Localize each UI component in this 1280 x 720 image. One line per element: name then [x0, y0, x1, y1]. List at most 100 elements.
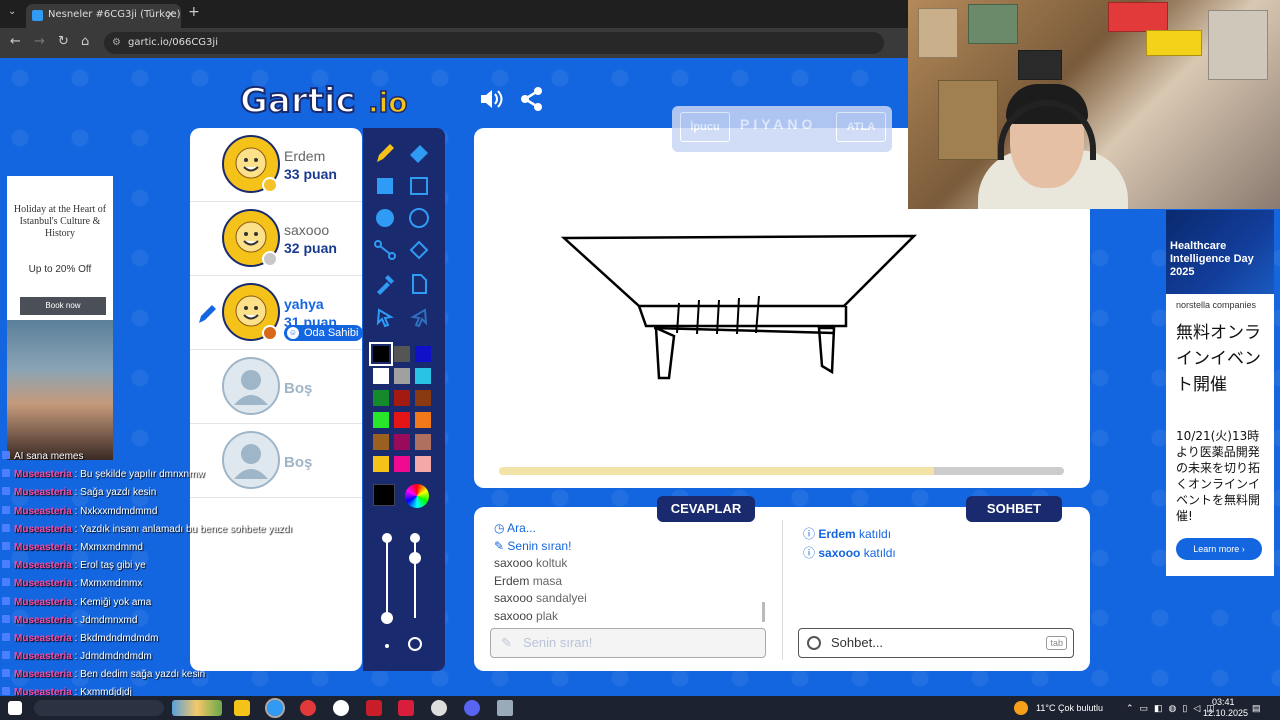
color-swatch[interactable] [415, 346, 431, 362]
join-message: ⓘ saxooo katıldı [803, 546, 896, 560]
ad-learn-more-button[interactable]: Learn more › [1176, 538, 1262, 560]
color-swatch[interactable] [415, 390, 431, 406]
size-and-opacity-sliders[interactable] [377, 528, 431, 654]
ad-body: 10/21(火)13時より医薬品開発の未来を切り拓くオンラインイベントを無料開催… [1176, 429, 1261, 523]
windows-taskbar: 11°C Çok bulutlu ⌃▭◧◍▯◁◫ 03:41 12.10.202… [0, 696, 1280, 720]
clock-date[interactable]: 12.10.2025 [1203, 708, 1248, 718]
file-explorer-icon[interactable] [234, 700, 250, 716]
answer-user: saxooo [494, 591, 533, 605]
color-swatch-black[interactable] [369, 342, 393, 366]
smiley-avatar [222, 283, 280, 341]
empty-slot[interactable]: Boş [190, 350, 362, 424]
color-swatch[interactable] [394, 412, 410, 428]
share-icon[interactable] [520, 86, 544, 112]
site-info-icon[interactable]: ⚙ [112, 32, 121, 54]
chat-header: SOHBET [966, 496, 1062, 522]
pencil-tool-icon[interactable] [371, 138, 399, 166]
rectangle-tool-icon[interactable] [405, 172, 433, 200]
skip-button[interactable]: ATLA [836, 112, 886, 142]
color-swatch[interactable] [394, 434, 410, 450]
color-swatch[interactable] [394, 346, 410, 362]
url-text: gartic.io/066CG3ji [128, 37, 218, 48]
color-swatch[interactable] [415, 456, 431, 472]
notepad-icon[interactable] [497, 700, 513, 716]
turn-timer-bar [499, 467, 1064, 475]
chat-username: Museasteria [14, 651, 72, 663]
weather-icon [1014, 701, 1028, 715]
hint-button[interactable]: İpucu [680, 112, 730, 142]
app-icon[interactable] [398, 700, 414, 716]
color-swatch[interactable] [394, 456, 410, 472]
answer-item: saxooo plak [494, 608, 764, 626]
color-swatch[interactable] [373, 412, 389, 428]
empty-avatar-icon [222, 357, 280, 415]
start-icon[interactable] [8, 701, 22, 715]
stream-chat-line: Museasteria : Ben dedim sağa yazdı kesin [0, 666, 260, 684]
chrome-icon[interactable] [265, 698, 285, 718]
color-swatch[interactable] [373, 434, 389, 450]
color-swatch[interactable] [415, 434, 431, 450]
answers-scrollbar[interactable] [762, 602, 765, 622]
answer-item: Erdem masa [494, 573, 764, 591]
twitch-icon [2, 632, 10, 641]
color-picker-wheel-icon[interactable] [405, 484, 429, 508]
weather-text[interactable]: 11°C Çok bulutlu [1036, 696, 1103, 720]
fill-bucket-tool-icon[interactable] [405, 236, 433, 264]
color-swatch[interactable] [373, 368, 389, 384]
widget-icon[interactable] [172, 700, 222, 716]
chat-placeholder: Sohbet... [831, 635, 884, 650]
url-input[interactable]: ⚙ gartic.io/066CG3ji [104, 32, 884, 54]
sound-icon[interactable] [478, 86, 504, 112]
browser-tab[interactable]: Nesneler #6CG3ji (Türkçe) - Gar ✕ [26, 4, 181, 28]
filled-rectangle-tool-icon[interactable] [371, 172, 399, 200]
eraser-tool-icon[interactable] [405, 138, 433, 166]
join-message: ⓘ Erdem katıldı [803, 527, 892, 541]
answer-input[interactable]: ✎ Senin sıran! [490, 628, 766, 658]
redo-icon[interactable] [405, 304, 433, 332]
ad-book-now-button[interactable]: Book now [20, 297, 106, 315]
player-row: Erdem 33 puan [190, 128, 362, 202]
reload-icon[interactable]: ↻ [58, 34, 69, 49]
twitch-icon [2, 487, 10, 496]
circle-tool-icon[interactable] [405, 204, 433, 232]
color-swatch[interactable] [373, 390, 389, 406]
answer-text: sandalyei [536, 591, 587, 605]
system-text: Senin sıran! [507, 538, 572, 553]
color-swatch[interactable] [394, 390, 410, 406]
smiley-avatar [222, 135, 280, 193]
color-swatch[interactable] [373, 456, 389, 472]
undo-icon[interactable] [371, 304, 399, 332]
discord-icon[interactable] [464, 700, 480, 716]
page-tool-icon[interactable] [405, 270, 433, 298]
filled-circle-tool-icon[interactable] [371, 204, 399, 232]
owner-label: Oda Sahibi [304, 327, 359, 339]
color-swatch[interactable] [394, 368, 410, 384]
ad-banner-text: Healthcare Intelligence Day 2025 [1170, 240, 1254, 278]
line-tool-icon[interactable] [371, 236, 399, 264]
left-ad[interactable]: Holiday at the Heart of Istanbul's Cultu… [7, 176, 113, 320]
stream-chat-line: Museasteria : Jdmdmdndmdm [0, 648, 260, 666]
right-ad[interactable]: Healthcare Intelligence Day 2025 norstel… [1166, 210, 1274, 576]
notifications-icon[interactable]: ▤ [1252, 696, 1261, 720]
home-icon[interactable]: ⌂ [81, 34, 89, 49]
chat-input[interactable]: Sohbet... tab [798, 628, 1074, 658]
color-swatch[interactable] [415, 412, 431, 428]
app-icon[interactable] [366, 700, 382, 716]
ad-offer: Up to 20% Off [28, 264, 92, 275]
new-tab-icon[interactable]: + [188, 4, 200, 20]
search-box[interactable] [34, 700, 164, 716]
twitch-icon [2, 541, 10, 550]
color-swatch[interactable] [415, 368, 431, 384]
chat-username: Museasteria [14, 541, 72, 553]
eyedropper-tool-icon[interactable] [371, 270, 399, 298]
opera-icon[interactable] [300, 700, 316, 716]
tab-list-icon[interactable]: ⌄ [8, 6, 16, 17]
answer-placeholder: Senin sıran! [523, 635, 593, 650]
clock-time[interactable]: 03:41 [1212, 697, 1235, 707]
steam-icon[interactable] [431, 700, 447, 716]
close-tab-icon[interactable]: ✕ [166, 4, 175, 26]
twitch-icon [2, 614, 10, 623]
obs-icon[interactable] [333, 700, 349, 716]
forward-icon[interactable]: → [34, 34, 45, 49]
back-icon[interactable]: ← [10, 34, 21, 49]
